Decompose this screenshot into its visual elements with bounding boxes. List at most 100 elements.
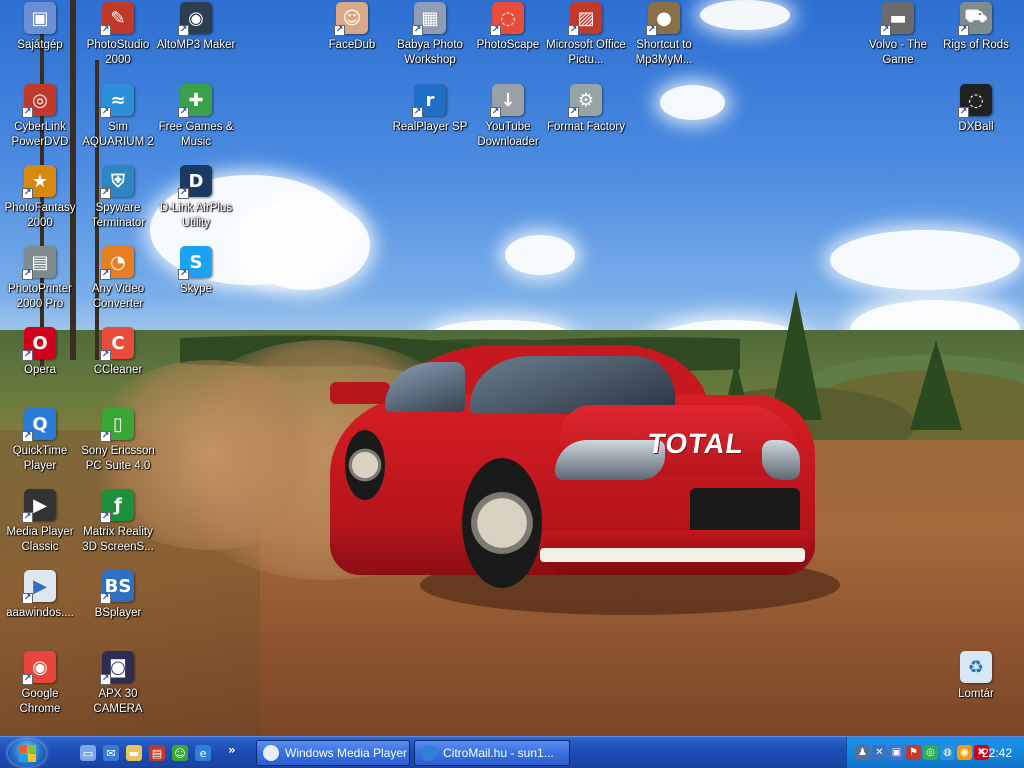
desktop[interactable]: TOTAL ▣ Sajátgép ✎ ↗ PhotoStudio 2000 ◉ ↗ AltoM… [0,0,1024,736]
computer-icon: ▣ [24,2,56,34]
desktop-icon[interactable]: r ↗ RealPlayer SP [390,84,470,135]
format-factory-icon: ⚙ ↗ [568,84,602,118]
shortcut-arrow-icon: ↗ [100,25,111,36]
desktop-icon-label: Microsoft Office Pictu... [546,39,626,66]
desktop-icon-label: DXBall [958,121,994,133]
photoprinter-icon: ▤ ↗ [22,246,56,280]
desktop-icon-label: PhotoScape [476,39,540,51]
desktop-icon[interactable]: S ↗ Skype [156,246,236,297]
start-button[interactable] [8,739,46,767]
desktop-icon[interactable]: ◎ ↗ CyberLink PowerDVD [0,84,80,150]
desktop-icon[interactable]: ♻ Lomtár [936,651,1016,702]
desktop-icon[interactable]: ≈ ↗ Sim AQUARIUM 2 [78,84,158,150]
taskbar-button[interactable]: CitroMail.hu - sun1... [414,740,570,766]
shortcut-arrow-icon: ↗ [490,107,501,118]
shortcut-arrow-icon: ↗ [100,269,111,280]
desktop-icon-label: Babya Photo Workshop [397,39,463,66]
folder-icon[interactable]: ▬ [126,745,142,761]
shortcut-arrow-icon: ↗ [100,512,111,523]
shortcut-arrow-icon: ↗ [100,350,111,361]
desktop-icon[interactable]: ◌ ↗ DXBall [936,84,1016,135]
desktop-icon[interactable]: O ↗ Opera [0,327,80,378]
gift-icon: ✚ ↗ [178,84,212,118]
desktop-icon-label: Opera [24,364,56,376]
chrome-icon: ◉ ↗ [22,651,56,685]
network-icon[interactable]: ✕ [872,745,887,760]
desktop-icon[interactable]: ↓ ↗ YouTube Downloader [468,84,548,150]
shortcut-arrow-icon: ↗ [178,188,189,199]
dxball-icon: ◌ ↗ [958,84,992,118]
show-desktop-icon[interactable]: ▭ [80,745,96,761]
desktop-icon[interactable]: Q ↗ QuickTime Player [0,408,80,474]
media-file-icon: ▶ ↗ [22,570,56,604]
desktop-icon[interactable]: ⛟ ↗ Rigs of Rods [936,2,1016,53]
mp3mym-icon: ● ↗ [646,2,680,36]
desktop-icon[interactable]: C ↗ CCleaner [78,327,158,378]
desktop-icon[interactable]: ▦ ↗ Babya Photo Workshop [390,2,470,68]
desktop-icon-label: Free Games & Music [158,121,234,148]
media-tray-icon[interactable]: ◉ [957,745,972,760]
shortcut-arrow-icon: ↗ [412,107,423,118]
desktop-icon-label: BSplayer [94,607,142,619]
media-player-classic-icon: ▶ ↗ [22,489,56,523]
dlink-icon: D ↗ [178,165,212,199]
desktop-icon[interactable]: ✎ ↗ PhotoStudio 2000 [78,2,158,68]
desktop-icon[interactable]: ▶ ↗ Media Player Classic [0,489,80,555]
clock[interactable]: 22:42 [982,746,1012,760]
desktop-icon[interactable]: ▤ ↗ PhotoPrinter 2000 Pro [0,246,80,312]
shortcut-arrow-icon: ↗ [22,431,33,442]
desktop-icon-label: RealPlayer SP [392,121,468,133]
desktop-icon-label: Sajátgép [17,39,63,51]
users-icon[interactable]: ♟ [855,745,870,760]
volvo-game-icon: ▬ ↗ [880,2,914,36]
desktop-icon[interactable]: ● ↗ Shortcut to Mp3MyM... [624,2,704,68]
taskbar-button[interactable]: Windows Media Player [256,740,410,766]
desktop-icon-label: AltoMP3 Maker [156,39,236,51]
photostudio-icon: ✎ ↗ [100,2,134,36]
messenger-icon[interactable]: ☺ [172,745,188,761]
shortcut-arrow-icon: ↗ [22,674,33,685]
shortcut-arrow-icon: ↗ [22,107,33,118]
opera-icon: O ↗ [22,327,56,361]
desktop-icon[interactable]: ◔ ↗ Any Video Converter [78,246,158,312]
desktop-icon[interactable]: ƒ ↗ Matrix Reality 3D ScreenS... [78,489,158,555]
desktop-icon[interactable]: ▶ ↗ aaawindos.... [0,570,80,621]
desktop-icon[interactable]: ⛨ ↗ Spyware Terminator [78,165,158,231]
acrobat-icon[interactable]: ▤ [149,745,165,761]
blue-tray-icon[interactable]: ◍ [940,745,955,760]
desktop-icon[interactable]: ▨ ↗ Microsoft Office Pictu... [546,2,626,68]
outlook-icon[interactable]: ✉ [103,745,119,761]
photoscape-icon: ◌ ↗ [490,2,524,36]
realplayer-icon: r ↗ [412,84,446,118]
desktop-icon[interactable]: ▣ Sajátgép [0,2,80,53]
flag-icon[interactable]: ⚑ [906,745,921,760]
desktop-icon[interactable]: ✚ ↗ Free Games & Music [156,84,236,150]
desktop-icon[interactable]: ▯ ↗ Sony Ericsson PC Suite 4.0 [78,408,158,474]
desktop-icon[interactable]: ◉ ↗ AltoMP3 Maker [156,2,236,53]
desktop-icon-label: Spyware Terminator [90,202,146,229]
green-tray-icon[interactable]: ◎ [923,745,938,760]
desktop-icon[interactable]: ▬ ↗ Volvo - The Game [858,2,938,68]
desktop-icon[interactable]: ⚙ ↗ Format Factory [546,84,626,135]
shortcut-arrow-icon: ↗ [958,107,969,118]
windows-logo-icon [19,745,36,762]
desktop-icon[interactable]: ◙ ↗ APX 30 CAMERA [78,651,158,717]
desktop-icon[interactable]: ◉ ↗ Google Chrome [0,651,80,717]
desktop-icon-label: Google Chrome [19,688,61,715]
desktop-icon[interactable]: D ↗ D-Link AirPlus Utility [156,165,236,231]
shortcut-arrow-icon: ↗ [100,593,111,604]
internet-explorer-icon[interactable]: e [195,745,211,761]
desktop-icon[interactable]: BS ↗ BSplayer [78,570,158,621]
quick-launch-more-chevron-icon[interactable]: » [228,743,236,757]
desktop-icon[interactable]: ◌ ↗ PhotoScape [468,2,548,53]
shortcut-arrow-icon: ↗ [100,107,111,118]
shortcut-arrow-icon: ↗ [100,674,111,685]
quicktime-icon: Q ↗ [22,408,56,442]
shortcut-arrow-icon: ↗ [178,107,189,118]
display-icon[interactable]: ▣ [889,745,904,760]
shortcut-arrow-icon: ↗ [22,350,33,361]
desktop-icon-label: CCleaner [93,364,143,376]
desktop-icon[interactable]: ★ ↗ PhotoFantasy 2000 [0,165,80,231]
desktop-icon[interactable]: ☺ ↗ FaceDub [312,2,392,53]
altomp3-icon: ◉ ↗ [178,2,212,36]
